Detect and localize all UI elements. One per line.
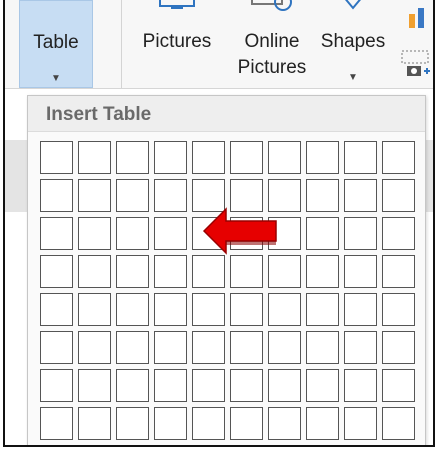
table-grid-cell[interactable]: [116, 217, 149, 250]
table-grid-cell[interactable]: [192, 255, 225, 288]
picture-icon: [159, 0, 195, 9]
table-grid-cell[interactable]: [154, 141, 187, 174]
table-grid-cell[interactable]: [78, 331, 111, 364]
ribbon-insert-tab: Table ▼ Pictures Online Pictures Shapes: [5, 0, 433, 88]
table-grid-cell[interactable]: [40, 331, 73, 364]
table-grid-cell[interactable]: [40, 179, 73, 212]
table-grid-cell[interactable]: [344, 217, 377, 250]
table-grid-cell[interactable]: [230, 407, 263, 440]
insert-table-dropdown: Insert Table: [27, 95, 426, 445]
table-grid-cell[interactable]: [40, 293, 73, 326]
table-grid-cell[interactable]: [78, 179, 111, 212]
online-pictures-label-line1: Online: [244, 31, 300, 52]
table-grid-cell[interactable]: [40, 407, 73, 440]
table-grid-cell[interactable]: [116, 255, 149, 288]
shape-icon: [345, 0, 361, 10]
insert-table-title: Insert Table: [46, 104, 152, 125]
table-grid-cell[interactable]: [78, 407, 111, 440]
table-size-grid[interactable]: [40, 141, 415, 441]
chevron-down-icon: ▼: [51, 73, 61, 84]
table-grid-cell[interactable]: [382, 369, 415, 402]
pictures-button[interactable]: Pictures: [129, 0, 225, 88]
table-grid-cell[interactable]: [40, 255, 73, 288]
table-grid-cell[interactable]: [230, 293, 263, 326]
table-grid-cell[interactable]: [116, 179, 149, 212]
table-grid-cell[interactable]: [40, 217, 73, 250]
table-grid-cell[interactable]: [154, 369, 187, 402]
table-grid-cell[interactable]: [116, 141, 149, 174]
table-grid-cell[interactable]: [116, 407, 149, 440]
pictures-button-label: Pictures: [142, 31, 212, 52]
table-grid-cell[interactable]: [268, 331, 301, 364]
table-grid-cell[interactable]: [344, 407, 377, 440]
table-grid-cell[interactable]: [78, 141, 111, 174]
ruler-mark: [433, 146, 435, 148]
table-grid-cell[interactable]: [116, 331, 149, 364]
table-grid-cell[interactable]: [230, 255, 263, 288]
table-grid-cell[interactable]: [268, 141, 301, 174]
table-grid-cell[interactable]: [344, 179, 377, 212]
table-grid-cell[interactable]: [306, 255, 339, 288]
table-grid-cell[interactable]: [382, 293, 415, 326]
table-grid-cell[interactable]: [154, 255, 187, 288]
chevron-down-icon: ▼: [348, 72, 358, 83]
table-grid-cell[interactable]: [192, 293, 225, 326]
table-grid-cell[interactable]: [306, 293, 339, 326]
table-grid-cell[interactable]: [344, 255, 377, 288]
table-grid-cell[interactable]: [382, 141, 415, 174]
table-grid-cell[interactable]: [40, 141, 73, 174]
table-grid-cell[interactable]: [268, 255, 301, 288]
table-grid-cell[interactable]: [116, 293, 149, 326]
online-pictures-label-line2: Pictures: [237, 57, 307, 78]
table-grid-cell[interactable]: [306, 369, 339, 402]
table-grid-cell[interactable]: [116, 369, 149, 402]
table-grid-cell[interactable]: [78, 293, 111, 326]
table-grid-cell[interactable]: [192, 407, 225, 440]
table-grid-cell[interactable]: [306, 179, 339, 212]
table-grid-cell[interactable]: [344, 293, 377, 326]
table-grid-cell[interactable]: [230, 141, 263, 174]
table-grid-cell[interactable]: [154, 331, 187, 364]
table-grid-cell[interactable]: [306, 407, 339, 440]
red-arrow-icon: [202, 207, 277, 255]
table-grid-cell[interactable]: [78, 217, 111, 250]
table-grid-cell[interactable]: [382, 407, 415, 440]
table-button-label: Table: [33, 32, 79, 53]
table-grid-cell[interactable]: [192, 141, 225, 174]
table-grid-cell[interactable]: [192, 331, 225, 364]
table-grid-cell[interactable]: [382, 331, 415, 364]
insert-table-header: Insert Table: [28, 96, 425, 132]
table-grid-cell[interactable]: [268, 407, 301, 440]
online-pictures-button[interactable]: Online Pictures: [227, 0, 317, 88]
table-grid-cell[interactable]: [382, 255, 415, 288]
online-picture-icon: [251, 0, 292, 11]
table-button[interactable]: Table ▼: [19, 0, 93, 88]
shapes-button-label: Shapes: [320, 31, 386, 52]
table-grid-cell[interactable]: [40, 369, 73, 402]
table-grid-cell[interactable]: [154, 407, 187, 440]
table-grid-cell[interactable]: [306, 331, 339, 364]
table-grid-cell[interactable]: [154, 217, 187, 250]
table-grid-cell[interactable]: [344, 369, 377, 402]
table-grid-cell[interactable]: [306, 217, 339, 250]
table-grid-cell[interactable]: [192, 369, 225, 402]
table-grid-cell[interactable]: [78, 369, 111, 402]
table-grid-cell[interactable]: [230, 369, 263, 402]
shapes-button[interactable]: Shapes ▼: [317, 0, 389, 88]
chart-icon[interactable]: [405, 8, 429, 30]
screenshot-icon[interactable]: [401, 50, 431, 80]
table-grid-cell[interactable]: [382, 217, 415, 250]
table-grid-cell[interactable]: [344, 141, 377, 174]
ribbon-separator: [121, 0, 122, 88]
word-window: Table ▼ Pictures Online Pictures Shapes: [3, 0, 435, 447]
table-grid-cell[interactable]: [344, 331, 377, 364]
table-grid-cell[interactable]: [268, 369, 301, 402]
table-grid-cell[interactable]: [230, 331, 263, 364]
table-grid-cell[interactable]: [306, 141, 339, 174]
table-grid-cell[interactable]: [78, 255, 111, 288]
table-grid-cell[interactable]: [382, 179, 415, 212]
table-grid-cell[interactable]: [268, 293, 301, 326]
table-grid-cell[interactable]: [154, 293, 187, 326]
table-grid-cell[interactable]: [154, 179, 187, 212]
